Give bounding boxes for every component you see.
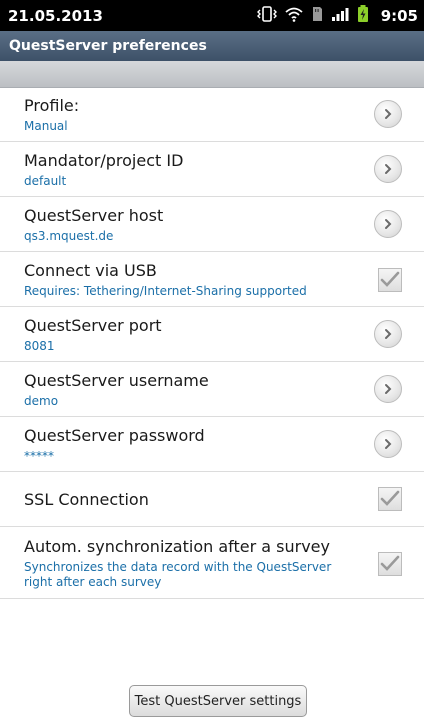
status-icons: 9:05 (256, 4, 418, 27)
chevron-right-icon[interactable] (374, 320, 402, 348)
status-date: 21.05.2013 (8, 6, 103, 25)
page-title: QuestServer preferences (9, 38, 207, 54)
preference-summary: Manual (24, 119, 68, 133)
checkbox-checked[interactable] (378, 268, 402, 292)
preference-questserver-password[interactable]: QuestServer password ***** (0, 417, 424, 472)
preference-questserver-host[interactable]: QuestServer host qs3.mquest.de (0, 197, 424, 252)
chevron-right-icon[interactable] (374, 155, 402, 183)
preference-title: QuestServer port (24, 316, 162, 335)
preference-title: Mandator/project ID (24, 151, 184, 170)
preference-profile[interactable]: Profile: Manual (0, 87, 424, 142)
preference-title: SSL Connection (24, 490, 149, 509)
checkbox-checked[interactable] (378, 552, 402, 576)
status-clock: 9:05 (380, 6, 418, 25)
preference-questserver-username[interactable]: QuestServer username demo (0, 362, 424, 417)
preference-questserver-port[interactable]: QuestServer port 8081 (0, 307, 424, 362)
preference-title: Profile: (24, 96, 80, 115)
status-bar: 21.05.2013 9:05 (0, 0, 424, 31)
wifi-icon (285, 6, 303, 26)
preferences-list: Profile: Manual Mandator/project ID defa… (0, 87, 424, 599)
title-bar: QuestServer preferences (0, 31, 424, 61)
chevron-right-icon[interactable] (374, 100, 402, 128)
chevron-right-icon[interactable] (374, 375, 402, 403)
preference-summary: ***** (24, 449, 54, 463)
chevron-right-icon[interactable] (374, 430, 402, 458)
preference-ssl-connection[interactable]: SSL Connection (0, 472, 424, 527)
battery-charging-icon (357, 4, 369, 27)
checkbox-checked[interactable] (378, 487, 402, 511)
preference-summary: default (24, 174, 67, 188)
preference-summary: Synchronizes the data record with the Qu… (24, 560, 332, 589)
preference-summary: Requires: Tethering/Internet-Sharing sup… (24, 284, 307, 298)
preference-connect-via-usb[interactable]: Connect via USB Requires: Tethering/Inte… (0, 252, 424, 307)
signal-icon (331, 6, 349, 26)
preference-title: QuestServer username (24, 371, 209, 390)
chevron-right-icon[interactable] (374, 210, 402, 238)
preference-summary: demo (24, 394, 59, 408)
sd-card-icon (311, 6, 323, 26)
test-questserver-settings-button[interactable]: Test QuestServer settings (129, 685, 307, 717)
preference-title: QuestServer password (24, 426, 205, 445)
preference-summary: qs3.mquest.de (24, 229, 114, 243)
preference-title: QuestServer host (24, 206, 164, 225)
preference-auto-synchronization[interactable]: Autom. synchronization after a survey Sy… (0, 527, 424, 599)
preference-mandator-project-id[interactable]: Mandator/project ID default (0, 142, 424, 197)
preference-title: Connect via USB (24, 261, 157, 280)
preference-summary: 8081 (24, 339, 55, 353)
preference-title: Autom. synchronization after a survey (24, 537, 330, 556)
vibrate-icon (256, 5, 277, 26)
preference-category-header (0, 61, 424, 88)
